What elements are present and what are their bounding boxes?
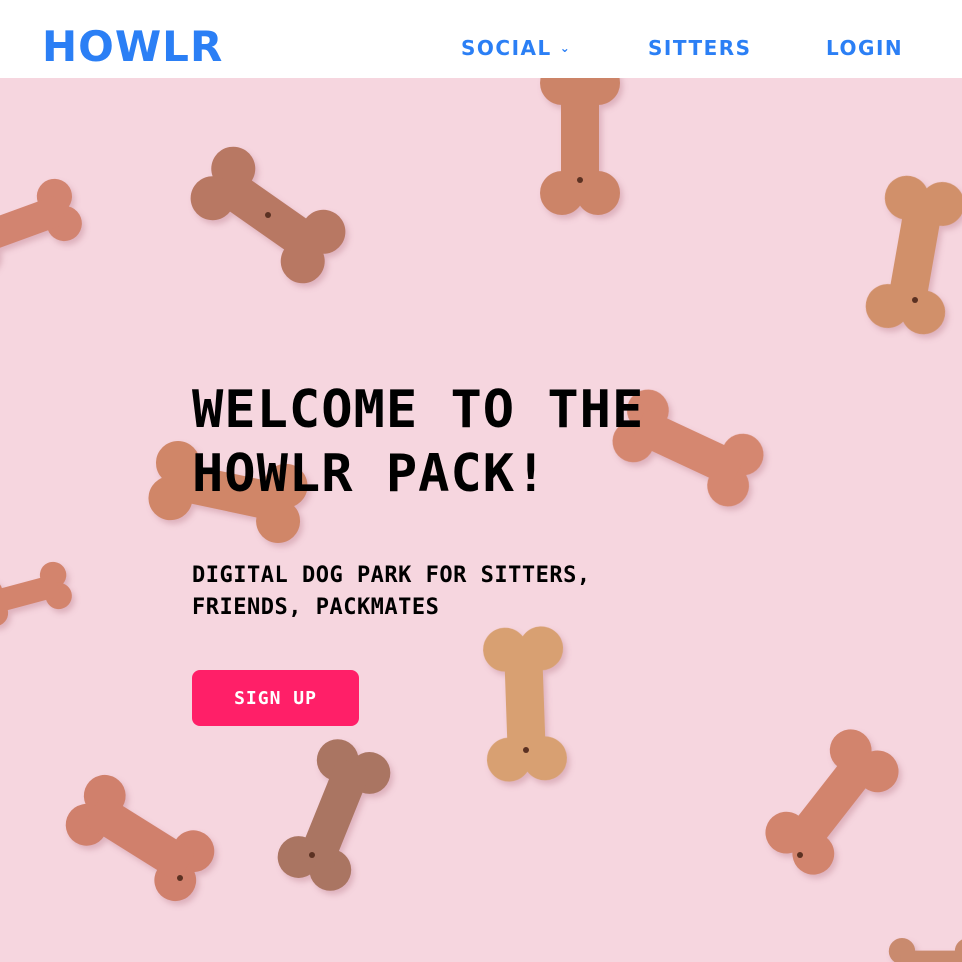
navbar: HOWLR SOCIAL ⌄ SITTERS LOGIN (0, 0, 962, 78)
nav-sitters-link[interactable]: SITTERS (648, 36, 752, 60)
hero-section: WELCOME TO THE HOWLR PACK! DIGITAL DOG P… (0, 78, 962, 962)
nav-social-label: SOCIAL (461, 36, 552, 60)
hero-headline-line-2: HOWLR PACK! (192, 444, 548, 504)
sign-up-button[interactable]: SIGN UP (192, 670, 359, 726)
hero-subheadline: DIGITAL DOG PARK FOR SITTERS, FRIENDS, P… (192, 560, 832, 624)
hero-subheadline-line-1: DIGITAL DOG PARK FOR SITTERS, (192, 563, 591, 588)
hero-content: WELCOME TO THE HOWLR PACK! DIGITAL DOG P… (192, 378, 912, 726)
logo[interactable]: HOWLR (42, 22, 223, 72)
chevron-down-icon: ⌄ (559, 40, 572, 55)
hero-subheadline-line-2: FRIENDS, PACKMATES (192, 595, 440, 620)
hero-headline: WELCOME TO THE HOWLR PACK! (192, 378, 912, 506)
hero-headline-line-1: WELCOME TO THE (192, 380, 645, 440)
nav-login-link[interactable]: LOGIN (826, 36, 903, 60)
nav-social-menu[interactable]: SOCIAL ⌄ (461, 36, 571, 62)
